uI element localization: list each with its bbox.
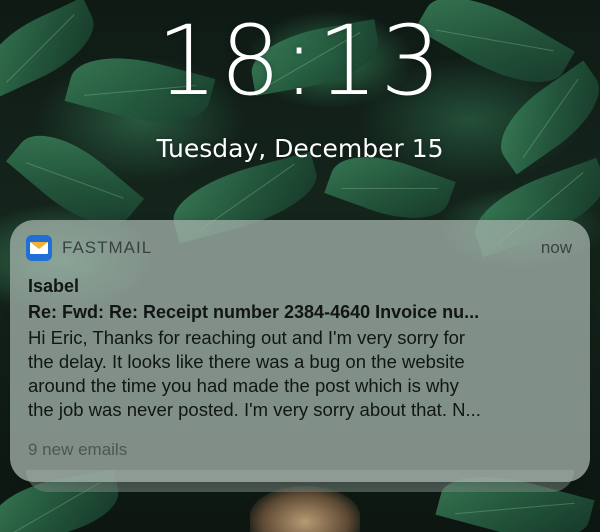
email-sender: Isabel — [28, 276, 80, 296]
lockscreen-date: Tuesday, December 15 — [156, 134, 444, 163]
email-preview-line: the job was never posted. I'm very sorry… — [28, 399, 481, 420]
mail-notification[interactable]: FASTMAIL now Isabel Re: Fwd: Re: Receipt… — [10, 220, 590, 482]
lock-screen: 18:13 Tuesday, December 15 FASTMAIL now … — [0, 0, 600, 532]
more-emails-count: 9 new emails — [28, 440, 128, 459]
email-preview: Hi Eric, Thanks for reaching out and I'm… — [28, 326, 578, 422]
notification-timestamp: now — [540, 238, 572, 257]
notification-header: FASTMAIL now — [26, 234, 572, 262]
email-subject: Re: Fwd: Re: Receipt number 2384-4640 In… — [28, 302, 480, 322]
email-preview-line: the delay. It looks like there was a bug… — [28, 351, 465, 372]
fastmail-envelope-icon — [26, 235, 52, 261]
notification-app-name: FASTMAIL — [62, 238, 153, 257]
email-preview-line: around the time you had made the post wh… — [28, 375, 459, 396]
email-preview-line: Hi Eric, Thanks for reaching out and I'm… — [28, 327, 466, 348]
lockscreen-clock: 18:13 — [156, 5, 444, 117]
wallpaper-animal — [250, 486, 360, 532]
